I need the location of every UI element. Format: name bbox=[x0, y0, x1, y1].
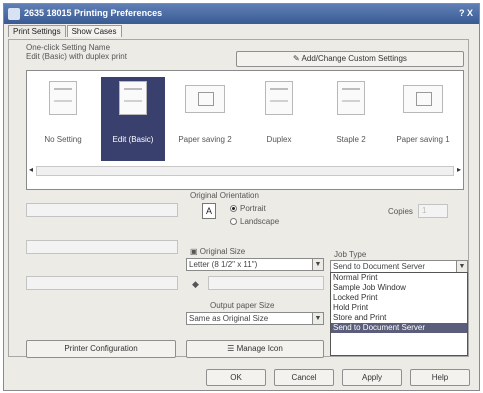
scroll-left-icon[interactable]: ◂ bbox=[26, 164, 36, 176]
one-click-title: One-click Setting Name bbox=[26, 43, 111, 52]
chevron-down-icon[interactable]: ▼ bbox=[456, 261, 467, 272]
preset-item[interactable]: Paper saving 2 bbox=[173, 77, 237, 161]
scroll-right-icon[interactable]: ▸ bbox=[454, 164, 464, 176]
preset-item-selected[interactable]: Edit (Basic) bbox=[101, 77, 165, 161]
page-preview-icon bbox=[265, 81, 293, 115]
job-type-option[interactable]: Store and Print bbox=[331, 313, 467, 323]
preset-label: Paper saving 2 bbox=[178, 135, 232, 144]
fit-icon: ◆ bbox=[192, 279, 199, 289]
window-controls[interactable]: ? X bbox=[459, 8, 473, 18]
window-title: 2635 18015 Printing Preferences bbox=[24, 8, 163, 18]
manage-icon-button[interactable]: ☰ Manage Icon bbox=[186, 340, 324, 358]
landscape-radio[interactable] bbox=[230, 218, 237, 225]
scale-field bbox=[208, 276, 324, 290]
one-click-label: One-click Setting Name Edit (Basic) with… bbox=[26, 43, 127, 61]
preset-item[interactable]: Paper saving 1 bbox=[391, 77, 455, 161]
left-field-2 bbox=[26, 240, 178, 254]
job-type-option[interactable]: Normal Print bbox=[331, 273, 467, 283]
tab-print-settings[interactable]: Print Settings bbox=[8, 25, 66, 37]
tab-show-cases[interactable]: Show Cases bbox=[66, 25, 122, 37]
preset-label: Staple 2 bbox=[336, 135, 366, 144]
portrait-radio[interactable] bbox=[230, 205, 237, 212]
add-change-custom-settings-button[interactable]: ✎ Add/Change Custom Settings bbox=[236, 51, 464, 67]
gallery-scrollbar[interactable]: ◂ ▸ bbox=[26, 164, 464, 176]
cancel-button[interactable]: Cancel bbox=[274, 369, 334, 386]
preset-label: Duplex bbox=[266, 135, 292, 144]
copies-label: Copies bbox=[388, 207, 413, 216]
orientation-title: Original Orientation bbox=[190, 191, 259, 200]
output-paper-size-label: Output paper Size bbox=[210, 301, 275, 310]
printer-configuration-button[interactable]: Printer Configuration bbox=[26, 340, 176, 358]
job-type-option[interactable]: Locked Print bbox=[331, 293, 467, 303]
page-preview-icon bbox=[49, 81, 77, 115]
edit-icon: ✎ bbox=[293, 54, 300, 63]
apply-button[interactable]: Apply bbox=[342, 369, 402, 386]
copies-field[interactable]: 1 bbox=[418, 204, 448, 218]
preset-item[interactable]: Duplex bbox=[247, 77, 311, 161]
scroll-track[interactable] bbox=[36, 166, 454, 176]
preset-label: No Setting bbox=[44, 135, 82, 144]
preset-label: Paper saving 1 bbox=[396, 135, 450, 144]
page-preview-icon bbox=[119, 81, 147, 115]
portrait-label: Portrait bbox=[240, 204, 266, 213]
preset-item[interactable]: Staple 2 bbox=[319, 77, 383, 161]
job-type-option[interactable]: Sample Job Window bbox=[331, 283, 467, 293]
title-bar[interactable]: 2635 18015 Printing Preferences ? X bbox=[4, 4, 479, 24]
ok-button[interactable]: OK bbox=[206, 369, 266, 386]
help-button[interactable]: Help bbox=[410, 369, 470, 386]
page-preview-icon bbox=[403, 85, 443, 113]
one-click-current: Edit (Basic) with duplex print bbox=[26, 52, 127, 61]
printer-icon bbox=[8, 8, 20, 20]
orientation-preview-icon: A bbox=[202, 203, 216, 219]
landscape-label: Landscape bbox=[240, 217, 280, 226]
list-icon: ☰ bbox=[227, 344, 235, 353]
original-size-select[interactable]: Letter (8 1/2" x 11") ▼ bbox=[186, 258, 324, 271]
preset-label: Edit (Basic) bbox=[112, 135, 154, 144]
original-size-label: ▣ Original Size bbox=[190, 247, 246, 256]
job-type-option-highlighted[interactable]: Send to Document Server bbox=[331, 323, 467, 333]
left-field-1 bbox=[26, 203, 178, 217]
chevron-down-icon[interactable]: ▼ bbox=[312, 313, 323, 324]
tab-strip: Print Settings Show Cases bbox=[8, 25, 123, 39]
job-type-dropdown-list: Normal Print Sample Job Window Locked Pr… bbox=[330, 272, 468, 356]
page-preview-icon bbox=[185, 85, 225, 113]
page-preview-icon bbox=[337, 81, 365, 115]
output-paper-size-select[interactable]: Same as Original Size ▼ bbox=[186, 312, 324, 325]
job-type-label: Job Type bbox=[334, 250, 367, 259]
job-type-option[interactable]: Hold Print bbox=[331, 303, 467, 313]
preset-item[interactable]: No Setting bbox=[31, 77, 95, 161]
page-size-icon: ▣ bbox=[190, 247, 198, 256]
chevron-down-icon[interactable]: ▼ bbox=[312, 259, 323, 270]
left-field-3 bbox=[26, 276, 178, 290]
